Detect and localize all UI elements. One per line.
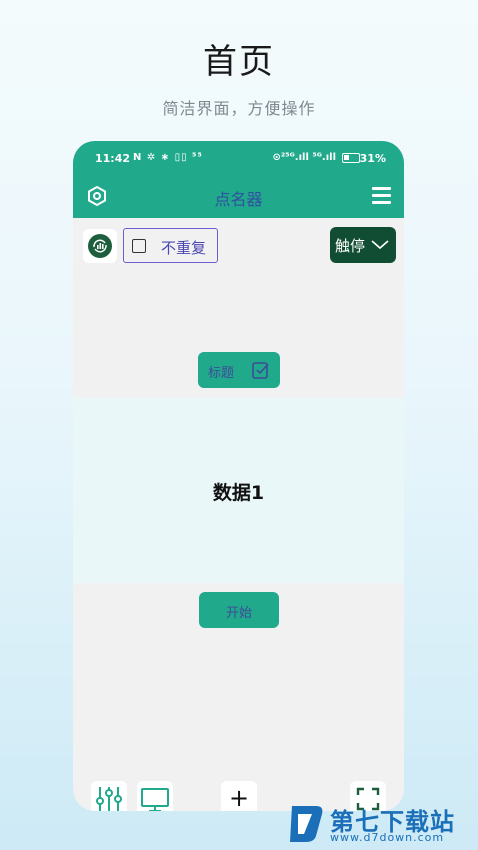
refresh-chart-icon xyxy=(88,234,112,258)
sliders-icon xyxy=(96,787,122,811)
edit-note-icon xyxy=(252,362,269,379)
battery-percent: 31% xyxy=(359,152,386,165)
status-time: 11:42 xyxy=(95,152,131,165)
result-display-panel: 数据1 xyxy=(73,398,404,583)
start-button[interactable]: 开始 xyxy=(199,592,279,628)
status-bar: 11:42 N ✲ ∗ ▯▯ ⁵⁵ ⊙²⁵ᴳ.ıll ⁵ᴳ.ıll 31% xyxy=(73,141,404,175)
add-button[interactable]: + xyxy=(221,781,257,811)
title-edit-button[interactable]: 标题 xyxy=(198,352,280,388)
watermark: 第七下载站 www.d7down.com xyxy=(286,800,474,848)
no-repeat-toggle[interactable]: 不重复 xyxy=(123,228,218,263)
no-repeat-checkbox[interactable] xyxy=(132,239,146,253)
monitor-icon xyxy=(141,788,169,811)
watermark-url: www.d7down.com xyxy=(330,831,445,844)
title-button-label: 标题 xyxy=(208,366,235,381)
app-bar: 点名器 xyxy=(73,175,404,218)
refresh-stats-button[interactable] xyxy=(83,229,117,263)
status-left-icons: N ✲ ∗ ▯▯ ⁵⁵ xyxy=(133,152,203,163)
signal-icons: ⊙²⁵ᴳ.ıll ⁵ᴳ.ıll xyxy=(272,152,336,163)
hero-subtitle: 简洁界面，方便操作 xyxy=(162,99,316,118)
display-button[interactable] xyxy=(137,781,173,811)
app-title: 点名器 xyxy=(214,190,263,209)
battery-icon xyxy=(342,153,360,163)
hamburger-menu-icon[interactable] xyxy=(372,187,391,204)
plus-icon: + xyxy=(228,784,250,811)
start-button-label: 开始 xyxy=(225,606,252,621)
no-repeat-label: 不重复 xyxy=(161,239,207,257)
chevron-down-icon xyxy=(371,240,389,250)
result-text: 数据1 xyxy=(212,482,265,504)
watermark-logo xyxy=(290,806,323,842)
touch-stop-label: 触停 xyxy=(335,237,366,255)
phone-screen: 11:42 N ✲ ∗ ▯▯ ⁵⁵ ⊙²⁵ᴳ.ıll ⁵ᴳ.ıll 31% 点名… xyxy=(73,141,404,811)
hero-title: 首页 xyxy=(203,42,275,82)
sliders-button[interactable] xyxy=(91,781,127,811)
touch-stop-dropdown[interactable]: 触停 xyxy=(330,227,396,263)
